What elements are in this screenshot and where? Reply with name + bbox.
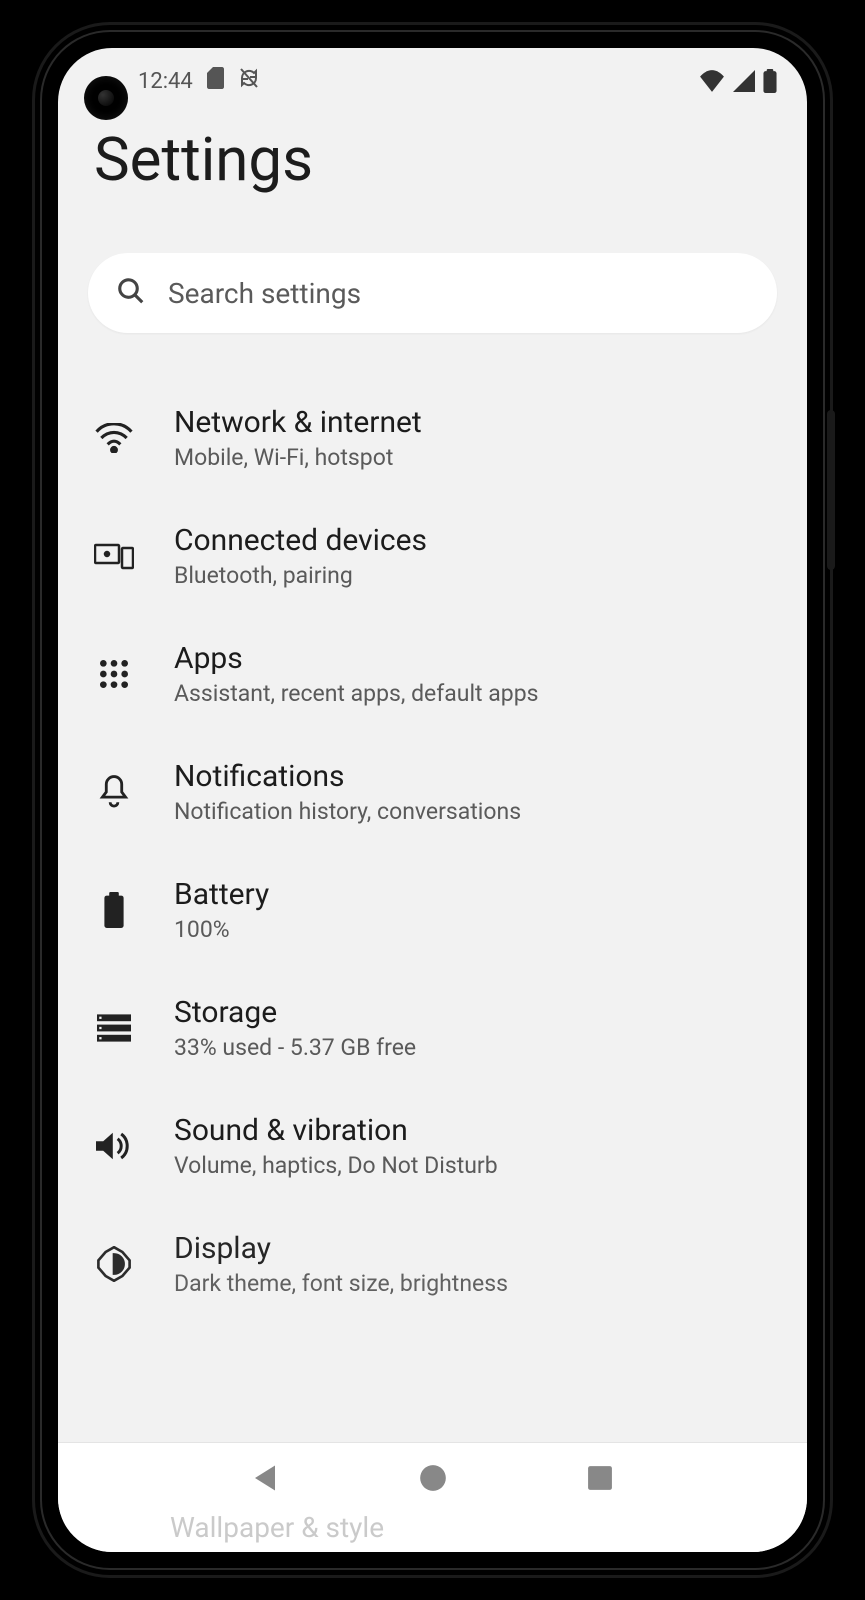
setting-subtitle: 100% [174, 916, 773, 943]
setting-title: Notifications [174, 759, 773, 794]
search-bar[interactable]: Search settings [88, 253, 777, 333]
sd-card-icon [207, 67, 225, 95]
status-time: 12:44 [138, 69, 193, 94]
sync-off-icon [239, 67, 259, 95]
setting-network-internet[interactable]: Network & internet Mobile, Wi-Fi, hotspo… [88, 379, 777, 497]
cell-signal-icon [733, 70, 755, 92]
partial-next-item-title: Wallpaper & style [170, 1511, 384, 1544]
storage-icon [92, 1006, 136, 1050]
setting-storage[interactable]: Storage 33% used - 5.37 GB free [88, 969, 777, 1087]
setting-subtitle: Volume, haptics, Do Not Disturb [174, 1152, 773, 1179]
search-placeholder: Search settings [168, 277, 361, 310]
setting-subtitle: 33% used - 5.37 GB free [174, 1034, 773, 1061]
battery-status-icon [763, 69, 777, 93]
setting-subtitle: Dark theme, font size, brightness [174, 1270, 773, 1297]
setting-title: Connected devices [174, 523, 773, 558]
nav-back-button[interactable] [245, 1458, 285, 1498]
setting-subtitle: Bluetooth, pairing [174, 562, 773, 589]
setting-connected-devices[interactable]: Connected devices Bluetooth, pairing [88, 497, 777, 615]
battery-icon [92, 888, 136, 932]
setting-subtitle: Assistant, recent apps, default apps [174, 680, 773, 707]
setting-notifications[interactable]: Notifications Notification history, conv… [88, 733, 777, 851]
search-icon [116, 276, 146, 310]
navigation-bar-area: Wallpaper & style [58, 1442, 807, 1552]
setting-title: Display [174, 1231, 773, 1266]
setting-title: Storage [174, 995, 773, 1030]
volume-icon [92, 1124, 136, 1168]
setting-title: Sound & vibration [174, 1113, 773, 1148]
setting-subtitle: Mobile, Wi-Fi, hotspot [174, 444, 773, 471]
setting-battery[interactable]: Battery 100% [88, 851, 777, 969]
setting-apps[interactable]: Apps Assistant, recent apps, default app… [88, 615, 777, 733]
page-title: Settings [88, 124, 777, 195]
wifi-icon [92, 416, 136, 460]
devices-icon [92, 534, 136, 578]
setting-title: Network & internet [174, 405, 773, 440]
screen: 12:44 Settings [58, 48, 807, 1552]
apps-grid-icon [92, 652, 136, 696]
setting-subtitle: Notification history, conversations [174, 798, 773, 825]
setting-title: Battery [174, 877, 773, 912]
setting-sound-vibration[interactable]: Sound & vibration Volume, haptics, Do No… [88, 1087, 777, 1205]
nav-home-button[interactable] [413, 1458, 453, 1498]
brightness-icon [92, 1242, 136, 1286]
camera-hole [86, 78, 126, 118]
wifi-status-icon [699, 70, 725, 92]
setting-title: Apps [174, 641, 773, 676]
nav-recents-button[interactable] [580, 1458, 620, 1498]
settings-list: Network & internet Mobile, Wi-Fi, hotspo… [88, 379, 777, 1323]
setting-display[interactable]: Display Dark theme, font size, brightnes… [88, 1205, 777, 1323]
status-bar: 12:44 [58, 48, 807, 104]
bell-icon [92, 770, 136, 814]
